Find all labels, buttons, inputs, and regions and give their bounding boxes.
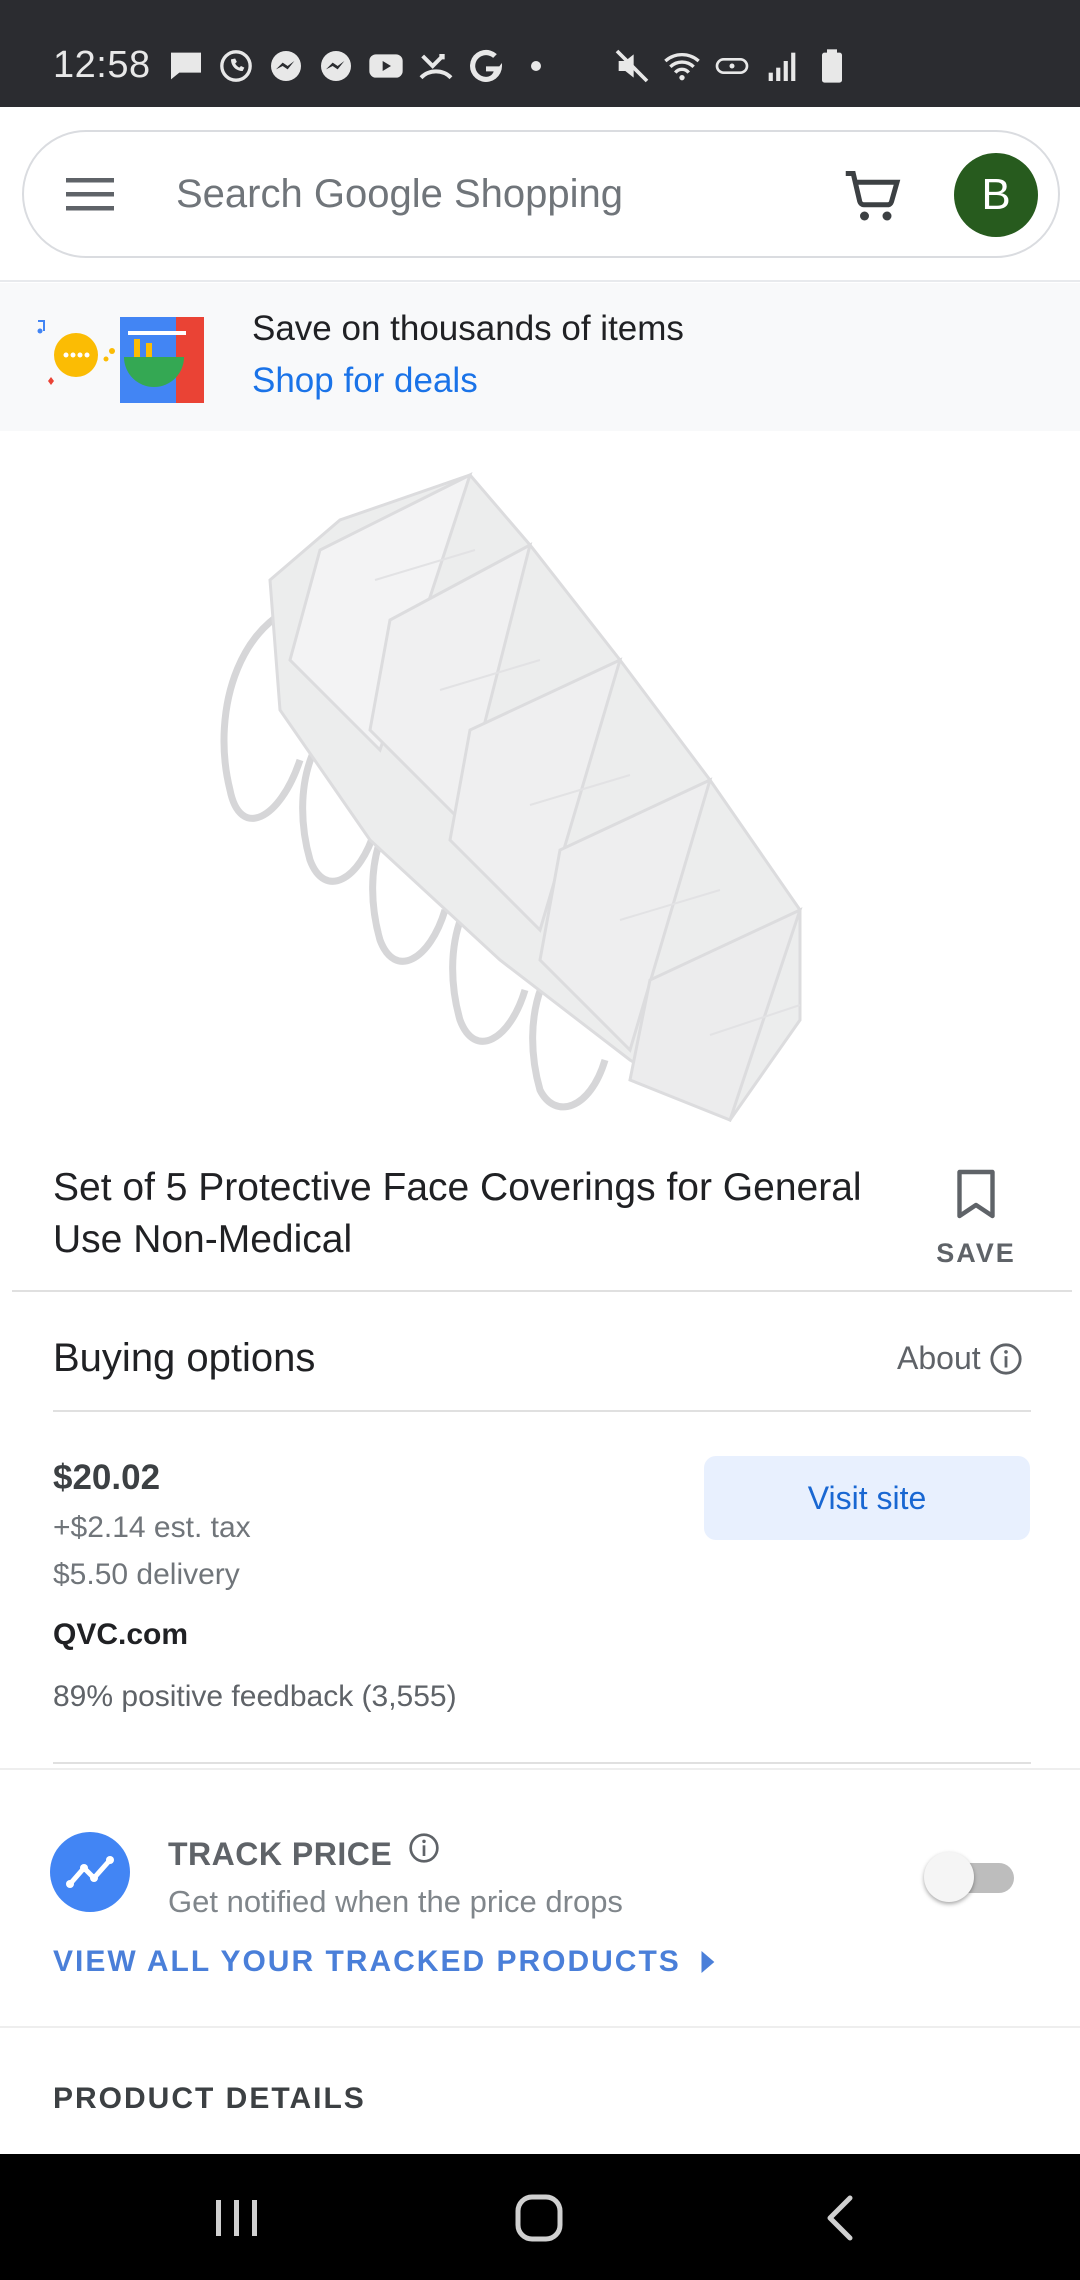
signal-icon: [768, 52, 796, 81]
system-icons: [612, 46, 852, 86]
tax: +$2.14 est. tax: [53, 1511, 251, 1544]
back-button[interactable]: [806, 2188, 876, 2248]
messenger-icon: [271, 51, 301, 81]
merchant-name: QVC.com: [53, 1618, 189, 1651]
caret-right-icon: [701, 1951, 715, 1973]
battery-icon: [822, 49, 842, 83]
track-price-icon: [50, 1832, 130, 1912]
track-price-title: TRACK PRICE: [168, 1836, 393, 1872]
divider: [53, 1762, 1031, 1764]
about-link[interactable]: About: [897, 1340, 1023, 1377]
notification-icons: [166, 46, 556, 86]
message-icon: [171, 52, 201, 80]
status-bar: 12:58: [0, 0, 1080, 107]
track-price-toggle[interactable]: [924, 1852, 1020, 1902]
product-title: Set of 5 Protective Face Coverings for G…: [53, 1166, 862, 1261]
search-bar: B: [22, 130, 1060, 258]
track-price-subtitle: Get notified when the price drops: [168, 1884, 623, 1919]
status-time: 12:58: [53, 44, 151, 86]
google-icon: [470, 49, 502, 82]
mute-icon: [615, 49, 649, 83]
price: $20.02: [53, 1458, 161, 1497]
view-tracked-products-link[interactable]: VIEW ALL YOUR TRACKED PRODUCTS: [53, 1945, 717, 1979]
back-icon: [827, 2195, 853, 2241]
trend-icon: [66, 1856, 114, 1888]
toggle-thumb: [924, 1852, 974, 1902]
volte-icon: [715, 58, 749, 74]
recents-icon: [216, 2200, 257, 2236]
search-input[interactable]: [176, 168, 796, 220]
save-button[interactable]: SAVE: [930, 1168, 1022, 1268]
info-icon[interactable]: [408, 1832, 440, 1864]
avatar[interactable]: B: [954, 153, 1038, 237]
save-label: SAVE: [936, 1238, 1016, 1268]
divider: [0, 2026, 1080, 2028]
messenger-icon: [321, 51, 351, 81]
home-button[interactable]: [504, 2188, 574, 2248]
divider: [12, 1290, 1072, 1292]
whatsapp-icon: [220, 50, 252, 82]
deals-banner[interactable]: Save on thousands of items Shop for deal…: [0, 283, 1080, 431]
recents-button[interactable]: [202, 2188, 272, 2248]
divider: [0, 1768, 1080, 1770]
about-label: About: [897, 1340, 981, 1376]
product-details-heading: PRODUCT DETAILS: [53, 2082, 366, 2115]
product-image[interactable]: [200, 460, 880, 1130]
divider: [0, 280, 1080, 282]
bookmark-icon: [957, 1169, 995, 1219]
cart-icon[interactable]: [842, 166, 902, 226]
view-tracked-label: VIEW ALL YOUR TRACKED PRODUCTS: [53, 1945, 681, 1978]
youtube-icon: [369, 54, 403, 78]
divider: [53, 1410, 1031, 1412]
home-icon: [515, 2194, 563, 2242]
buying-options-heading: Buying options: [53, 1336, 316, 1380]
shop-for-deals-link[interactable]: Shop for deals: [252, 361, 478, 401]
menu-icon[interactable]: [64, 174, 116, 214]
deals-illustration-icon: [37, 317, 204, 403]
visit-site-button[interactable]: Visit site: [704, 1456, 1030, 1540]
dot-icon: [531, 61, 541, 71]
deals-title: Save on thousands of items: [252, 309, 684, 348]
missed-call-icon: [419, 54, 453, 80]
info-icon: [990, 1342, 1022, 1375]
merchant-feedback: 89% positive feedback (3,555): [53, 1680, 457, 1713]
delivery: $5.50 delivery: [53, 1558, 240, 1591]
avatar-initial: B: [981, 170, 1011, 219]
wifi-icon: [664, 53, 700, 81]
navigation-bar: [0, 2154, 1080, 2280]
